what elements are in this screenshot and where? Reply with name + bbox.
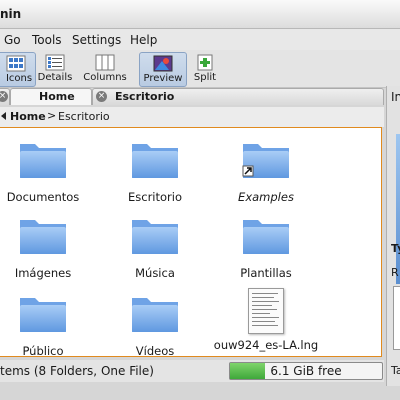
item-name: Examples [238, 190, 294, 204]
folder-icon [243, 220, 289, 254]
folder-icon [20, 220, 66, 254]
folder-icon [20, 298, 66, 332]
folder-icon [20, 144, 66, 178]
item-name: Plantillas [240, 266, 292, 280]
view-columns-button[interactable]: Columns [82, 52, 128, 85]
info-comment-box[interactable] [393, 286, 400, 350]
folder-examples[interactable]: Examples [211, 138, 321, 204]
crumb-home[interactable]: Home [10, 110, 46, 123]
folder-imagenes[interactable]: Imágenes [0, 214, 98, 280]
folder-icon [132, 298, 178, 332]
folder-icon [132, 144, 178, 178]
close-icon[interactable]: × [0, 91, 8, 102]
menu-help[interactable]: Help [130, 33, 157, 47]
tab-bar: × Home × Escritorio [0, 88, 384, 106]
info-preview [396, 134, 400, 284]
menu-go[interactable]: Go [4, 33, 21, 47]
folder-escritorio[interactable]: Escritorio [100, 138, 210, 204]
preview-label: Preview [143, 73, 183, 84]
item-name: Vídeos [135, 344, 175, 358]
breadcrumb: Home > Escritorio [0, 107, 384, 127]
tab-overflow[interactable]: × [0, 88, 10, 105]
folder-publico[interactable]: Público [0, 292, 98, 358]
view-details-button[interactable]: Details [36, 52, 74, 85]
details-view-icon [45, 54, 65, 71]
folder-plantillas[interactable]: Plantillas [211, 214, 321, 280]
item-name: Música [135, 266, 175, 280]
toolbar: Icons Details Columns Preview Split [0, 50, 400, 88]
status-bar: tems (8 Folders, One File) 6.1 GiB free [0, 360, 384, 382]
columns-view-icon [95, 54, 115, 71]
icons-label: Icons [5, 73, 33, 84]
information-panel: In Ty R Ta [386, 86, 400, 386]
crumb-current[interactable]: Escritorio [58, 110, 110, 123]
view-icons-button[interactable]: Icons [0, 52, 36, 87]
item-name: Escritorio [127, 190, 182, 204]
free-space-label: 6.1 GiB free [270, 364, 342, 378]
columns-label: Columns [83, 72, 127, 83]
tab-home-label: Home [39, 90, 75, 103]
title-bar: nin [0, 0, 400, 29]
split-button[interactable]: Split [190, 52, 220, 85]
status-summary: tems (8 Folders, One File) [0, 364, 154, 378]
tab-home[interactable]: Home [10, 88, 92, 105]
details-label: Details [37, 72, 73, 83]
item-name: ouw924_es-LA.lng [213, 338, 319, 352]
tab-escritorio[interactable]: × Escritorio [92, 88, 384, 105]
split-label: Split [193, 72, 217, 83]
file-ouw924[interactable]: ouw924_es-LA.lng [211, 288, 321, 352]
folder-link-icon [242, 144, 289, 178]
menu-settings[interactable]: Settings [72, 33, 121, 47]
preview-toggle-button[interactable]: Preview [139, 52, 187, 87]
item-name: Documentos [6, 190, 80, 204]
info-panel-title: In [391, 90, 400, 104]
menu-bar: Go Tools Settings Help [0, 29, 400, 50]
info-tags-label: Ta [391, 364, 400, 377]
split-icon [197, 54, 213, 71]
info-type-label: Ty [391, 242, 400, 255]
crumb-back-icon[interactable] [0, 109, 6, 123]
item-name: Público [22, 344, 64, 358]
crumb-separator: > [47, 109, 57, 122]
close-icon[interactable]: × [96, 91, 107, 102]
tab-escritorio-label: Escritorio [115, 90, 175, 103]
folder-musica[interactable]: Música [100, 214, 210, 280]
free-space-indicator[interactable]: 6.1 GiB free [229, 362, 383, 380]
item-name: Imágenes [14, 266, 72, 280]
folder-documentos[interactable]: Documentos [0, 138, 98, 204]
text-file-icon [248, 288, 284, 334]
window-title: nin [0, 7, 22, 21]
folder-videos[interactable]: Vídeos [100, 292, 210, 358]
folder-icon [132, 220, 178, 254]
preview-icon [153, 55, 173, 72]
icons-view-icon [6, 55, 26, 72]
info-rating-label: R [391, 266, 399, 279]
file-view[interactable]: Documentos Escritorio Examples Imágenes … [0, 127, 382, 358]
menu-tools[interactable]: Tools [32, 33, 62, 47]
